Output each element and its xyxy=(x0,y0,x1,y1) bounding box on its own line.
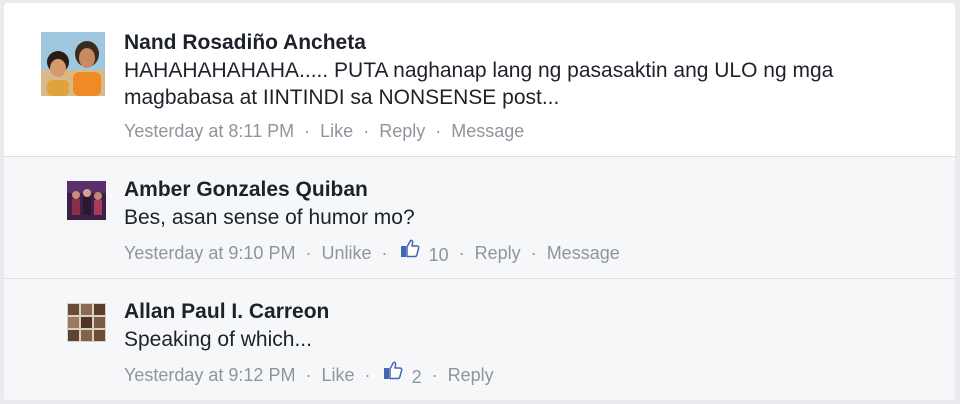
comment-text: Bes, asan sense of humor mo? xyxy=(124,206,415,229)
separator: · xyxy=(305,364,312,385)
like-button[interactable]: Like xyxy=(321,363,354,387)
comment-meta: Yesterday at 9:12 PM · Like · 2 · Reply xyxy=(124,360,935,389)
comment-meta: Yesterday at 9:10 PM · Unlike · 10 · Rep… xyxy=(124,238,935,267)
thumbs-up-icon xyxy=(400,239,419,258)
separator: · xyxy=(363,121,370,142)
avatar[interactable] xyxy=(41,32,105,96)
reply-comment: Allan Paul I. Carreon Speaking of which.… xyxy=(4,278,955,400)
like-count[interactable]: 10 xyxy=(398,238,449,267)
message-button[interactable]: Message xyxy=(547,241,620,265)
like-count-number: 2 xyxy=(411,367,422,388)
comment-text: Speaking of which... xyxy=(124,328,312,351)
comment-timestamp[interactable]: Yesterday at 9:12 PM xyxy=(124,363,295,387)
separator: · xyxy=(458,242,465,263)
comment-author[interactable]: Amber Gonzales Quiban xyxy=(124,177,935,203)
separator: · xyxy=(364,364,371,385)
comment-author[interactable]: Nand Rosadiño Ancheta xyxy=(124,30,935,56)
reply-button[interactable]: Reply xyxy=(475,241,521,265)
reply-button[interactable]: Reply xyxy=(448,363,494,387)
reply-button[interactable]: Reply xyxy=(379,119,425,143)
unlike-button[interactable]: Unlike xyxy=(321,241,371,265)
comment-timestamp[interactable]: Yesterday at 9:10 PM xyxy=(124,241,295,265)
comment-meta: Yesterday at 8:11 PM · Like · Reply · Me… xyxy=(124,118,935,143)
avatar[interactable] xyxy=(67,181,106,220)
comment-text: HAHAHAHAHAHA..... PUTA naghanap lang ng … xyxy=(124,59,834,109)
separator: · xyxy=(305,242,312,263)
comment-author[interactable]: Allan Paul I. Carreon xyxy=(124,299,935,325)
separator: · xyxy=(435,121,442,142)
separator: · xyxy=(304,121,311,142)
like-count-number: 10 xyxy=(428,245,449,266)
avatar[interactable] xyxy=(67,303,106,342)
like-count[interactable]: 2 xyxy=(381,360,422,389)
thumbs-up-icon xyxy=(383,361,402,380)
message-button[interactable]: Message xyxy=(451,119,524,143)
separator: · xyxy=(431,364,438,385)
comment: Nand Rosadiño Ancheta HAHAHAHAHAHA..... … xyxy=(4,3,955,156)
reply-comment: Amber Gonzales Quiban Bes, asan sense of… xyxy=(4,156,955,279)
separator: · xyxy=(530,242,537,263)
separator: · xyxy=(381,242,388,263)
like-button[interactable]: Like xyxy=(320,119,353,143)
comment-timestamp[interactable]: Yesterday at 8:11 PM xyxy=(124,119,294,143)
comments-panel: Nand Rosadiño Ancheta HAHAHAHAHAHA..... … xyxy=(4,3,955,400)
